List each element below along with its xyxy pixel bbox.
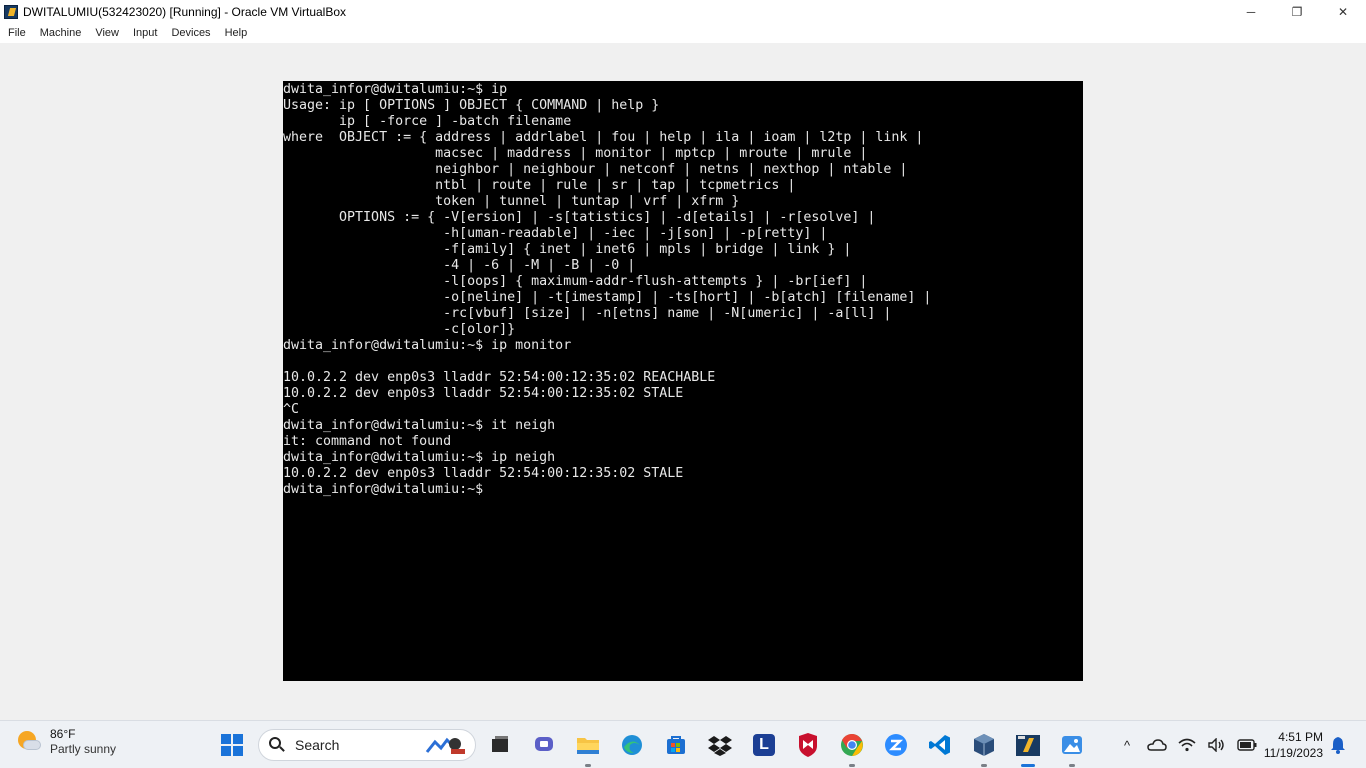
microsoft-store-button[interactable] (660, 729, 692, 761)
terminal-line: -o[neline] | -t[imestamp] | -ts[hort] | … (283, 290, 932, 305)
dropbox-icon (708, 736, 732, 756)
vscode-button[interactable] (924, 729, 956, 761)
mcafee-button[interactable] (792, 729, 824, 761)
weather-widget[interactable]: 86°F Partly sunny (16, 727, 116, 757)
battery-icon[interactable] (1237, 735, 1257, 755)
terminal-line: -h[uman-readable] | -iec | -j[son] | -p[… (283, 226, 828, 241)
terminal-line: ip [ -force ] -batch filename (283, 114, 572, 129)
partly-sunny-icon (16, 729, 42, 755)
terminal-line: Usage: ip [ OPTIONS ] OBJECT { COMMAND |… (283, 98, 660, 113)
terminal-line: dwita_infor@dwitalumiu:~$ (283, 482, 484, 497)
menu-input[interactable]: Input (126, 27, 164, 39)
virtualbox-vm-button[interactable] (1012, 729, 1044, 767)
search-label: Search (295, 737, 340, 753)
weather-temperature: 86°F (50, 727, 76, 741)
terminal-line: dwita_infor@dwitalumiu:~$ ip (283, 82, 508, 97)
taskbar-search[interactable]: Search (258, 729, 476, 761)
menu-devices[interactable]: Devices (164, 27, 217, 39)
window-title: DWITALUMIU(532423020) [Running] - Oracle… (23, 4, 347, 19)
virtualbox-icon (3, 4, 19, 20)
teams-chat-button[interactable] (528, 729, 560, 761)
running-indicator (849, 764, 855, 767)
chrome-icon (841, 733, 863, 756)
menu-view[interactable]: View (88, 27, 126, 39)
zoom-icon (885, 734, 907, 756)
clock-date: 11/19/2023 (1263, 746, 1323, 760)
l-app-button[interactable]: L (748, 729, 780, 761)
vscode-icon (929, 735, 950, 755)
active-indicator (1021, 764, 1035, 767)
terminal-line: neighbor | neighbour | netconf | netns |… (283, 162, 908, 177)
l-letter-icon: L (753, 734, 775, 756)
start-button[interactable] (216, 729, 248, 761)
terminal-line: 10.0.2.2 dev enp0s3 lladdr 52:54:00:12:3… (283, 370, 716, 385)
terminal-line: -l[oops] { maximum-addr-flush-attempts }… (283, 274, 868, 289)
menu-file[interactable]: File (0, 27, 33, 39)
wifi-icon[interactable] (1177, 735, 1197, 755)
menu-help[interactable]: Help (218, 27, 255, 39)
terminal-line: -f[amily] { inet | inet6 | mpls | bridge… (283, 242, 852, 257)
edge-icon (622, 735, 642, 755)
onedrive-icon[interactable] (1147, 735, 1167, 755)
restore-button[interactable]: ❐ (1274, 0, 1320, 23)
terminal-line: 10.0.2.2 dev enp0s3 lladdr 52:54:00:12:3… (283, 386, 684, 401)
chat-icon (535, 737, 553, 751)
photos-button[interactable] (1056, 729, 1088, 767)
terminal-line: -c[olor]} (283, 322, 516, 337)
chrome-button[interactable] (836, 729, 868, 767)
terminal-line: dwita_infor@dwitalumiu:~$ it neigh (283, 418, 556, 433)
terminal-line: dwita_infor@dwitalumiu:~$ ip neigh (283, 450, 556, 465)
volume-icon[interactable] (1207, 735, 1227, 755)
close-button[interactable]: ✕ (1320, 0, 1366, 23)
window-controls: ─ ❐ ✕ (1228, 0, 1366, 23)
taskbar-clock[interactable]: 4:51 PM 11/19/2023 (1264, 729, 1323, 761)
running-indicator (585, 764, 591, 767)
window-titlebar: DWITALUMIU(532423020) [Running] - Oracle… (0, 0, 1366, 23)
virtualbox-manager-button[interactable] (968, 729, 1000, 767)
terminal-line: token | tunnel | tuntap | vrf | xfrm } (283, 194, 740, 209)
running-indicator (981, 764, 987, 767)
menu-machine[interactable]: Machine (33, 27, 89, 39)
folder-icon (577, 738, 599, 754)
terminal-line: dwita_infor@dwitalumiu:~$ ip monitor (283, 338, 572, 353)
file-explorer-button[interactable] (572, 729, 604, 767)
system-tray: ^ (1112, 721, 1262, 768)
vm-terminal-screen[interactable]: dwita_infor@dwitalumiu:~$ ip Usage: ip [ … (283, 81, 1083, 681)
mcafee-shield-icon (799, 733, 817, 757)
taskbar: 86°F Partly sunny Search L ^ 4:51 PM 11/… (0, 720, 1366, 768)
terminal-line: it: command not found (283, 434, 452, 449)
terminal-line: -4 | -6 | -M | -B | -0 | (283, 258, 636, 273)
windows-start-icon (221, 734, 243, 756)
store-icon (667, 736, 685, 754)
virtualbox-cube-icon (974, 734, 994, 756)
edge-button[interactable] (616, 729, 648, 761)
terminal-line: ^C (283, 402, 300, 417)
terminal-line: ntbl | route | rule | sr | tap | tcpmetr… (283, 178, 796, 193)
terminal-line: OPTIONS := { -V[ersion] | -s[tatistics] … (283, 210, 876, 225)
search-icon (269, 737, 285, 753)
bell-icon[interactable] (1330, 736, 1346, 754)
terminal-line: where OBJECT := { address | addrlabel | … (283, 130, 924, 145)
zoom-button[interactable] (880, 729, 912, 761)
task-view-icon (492, 736, 508, 752)
terminal-line: macsec | maddress | monitor | mptcp | mr… (283, 146, 868, 161)
weather-condition: Partly sunny (50, 742, 117, 756)
chevron-up-icon[interactable]: ^ (1117, 735, 1137, 755)
clock-time: 4:51 PM (1278, 730, 1323, 744)
search-highlight-icon (425, 737, 465, 754)
dropbox-button[interactable] (704, 729, 736, 761)
running-indicator (1069, 764, 1075, 767)
minimize-button[interactable]: ─ (1228, 0, 1274, 23)
virtualbox-running-icon (1016, 735, 1040, 756)
task-view-button[interactable] (484, 729, 516, 761)
terminal-line: -rc[vbuf] [size] | -n[etns] name | -N[um… (283, 306, 892, 321)
vm-display-area: dwita_infor@dwitalumiu:~$ ip Usage: ip [ … (0, 43, 1366, 720)
photos-icon (1062, 736, 1082, 754)
menu-bar: File Machine View Input Devices Help (0, 23, 1366, 43)
terminal-line: 10.0.2.2 dev enp0s3 lladdr 52:54:00:12:3… (283, 466, 684, 481)
